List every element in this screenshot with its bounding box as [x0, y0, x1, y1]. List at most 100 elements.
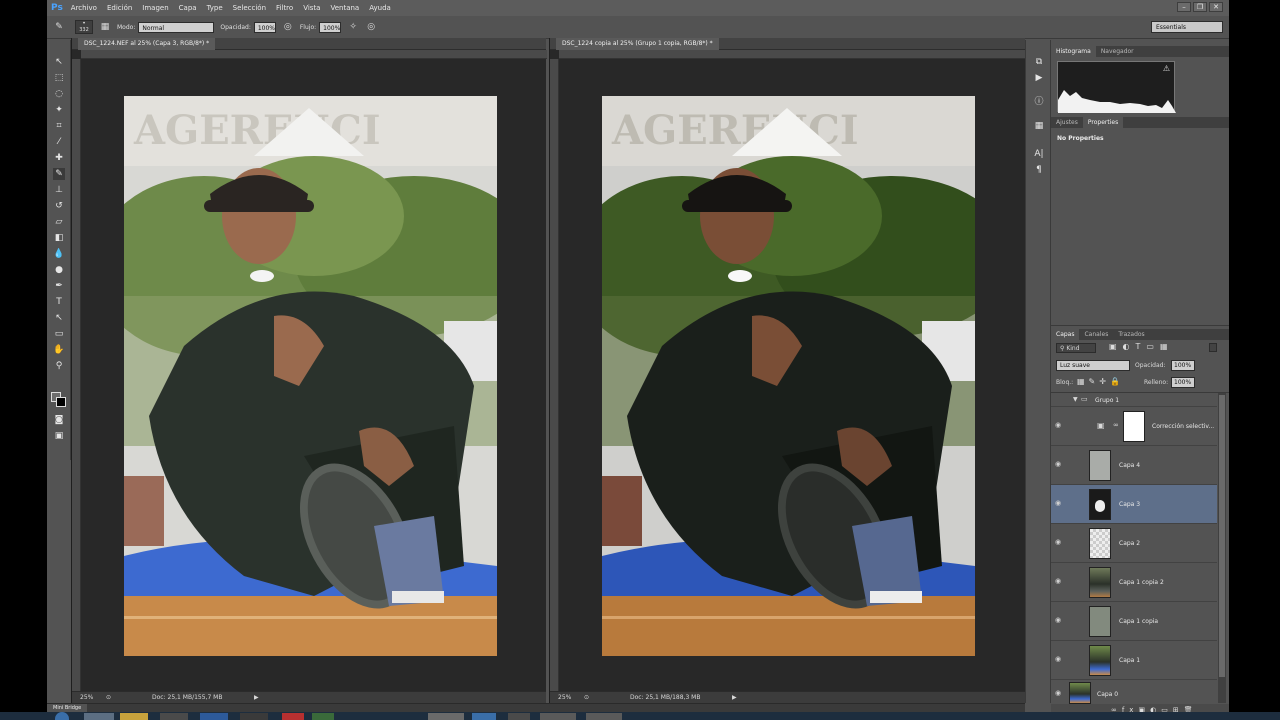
actions-panel-icon[interactable]: ▶ — [1033, 72, 1045, 84]
layer-filter-select[interactable]: ⚲ Kind — [1056, 343, 1096, 353]
dodge-tool-icon[interactable]: ● — [53, 264, 65, 276]
filter-toggle[interactable] — [1209, 343, 1217, 352]
visibility-eye-icon[interactable]: ◉ — [1055, 500, 1064, 507]
lock-icons[interactable]: ▦✎✛🔒 — [1077, 377, 1124, 386]
group-expand-icon[interactable]: ▼ — [1073, 396, 1078, 403]
screen-mode-icon[interactable]: ▣ — [53, 430, 65, 442]
tab-trazados[interactable]: Trazados — [1113, 329, 1149, 340]
flow-field[interactable]: 100% — [319, 21, 342, 33]
pressure-opacity-icon[interactable]: ◎ — [282, 21, 294, 33]
hand-tool-icon[interactable]: ✋ — [53, 344, 65, 356]
menu-ayuda[interactable]: Ayuda — [369, 4, 391, 12]
layer-row-capa-1[interactable]: ◉ Capa 1 — [1051, 641, 1217, 680]
brush-panel-icon[interactable]: ▦ — [99, 21, 111, 33]
fill-field[interactable]: 100% — [1171, 377, 1195, 388]
menu-filtro[interactable]: Filtro — [276, 4, 293, 12]
minimize-button[interactable]: – — [1177, 2, 1191, 12]
taskbar-app[interactable] — [586, 713, 622, 720]
menu-seleccion[interactable]: Selección — [233, 4, 266, 12]
close-button[interactable]: ✕ — [1209, 2, 1223, 12]
layers-scrollbar-thumb[interactable] — [1219, 395, 1225, 677]
visibility-eye-icon[interactable]: ◉ — [1055, 422, 1064, 429]
layer-row-capa-4[interactable]: ◉ Capa 4 — [1051, 446, 1217, 485]
layer-group-row[interactable]: ▼ ▭ Grupo 1 — [1051, 393, 1217, 407]
marquee-tool-icon[interactable]: ⬚ — [53, 72, 65, 84]
brush-panel-icon[interactable]: ▦ — [1033, 120, 1045, 132]
layer-opacity-field[interactable]: 100% — [1171, 360, 1195, 371]
pen-tool-icon[interactable]: ✒ — [53, 280, 65, 292]
brush-tool-icon[interactable]: ✎ — [53, 21, 65, 33]
paragraph-panel-icon[interactable]: ¶ — [1033, 164, 1045, 176]
document-tab-1[interactable]: DSC_1224.NEF al 25% (Capa 3, RGB/8*) * — [78, 38, 216, 50]
brush-tool-icon[interactable]: ✎ — [53, 168, 65, 180]
visibility-eye-icon[interactable]: ◉ — [1055, 461, 1064, 468]
visibility-eye-icon[interactable]: ◉ — [1055, 690, 1064, 697]
layer-row-capa-1-copia[interactable]: ◉ Capa 1 copia — [1051, 602, 1217, 641]
airbrush-icon[interactable]: ✧ — [347, 21, 359, 33]
quick-select-tool-icon[interactable]: ✦ — [53, 104, 65, 116]
history-panel-icon[interactable]: ⧉ — [1033, 56, 1045, 68]
eyedropper-tool-icon[interactable]: ⁄ — [53, 136, 65, 148]
canvas-2[interactable]: AGERENCI — [559, 59, 1017, 691]
taskbar-app[interactable] — [312, 713, 334, 720]
visibility-eye-icon[interactable]: ◉ — [1055, 539, 1064, 546]
mode-select[interactable]: Normal — [138, 21, 215, 33]
taskbar-app[interactable] — [282, 713, 304, 720]
history-brush-tool-icon[interactable]: ↺ — [53, 200, 65, 212]
lasso-tool-icon[interactable]: ◌ — [53, 88, 65, 100]
tab-ajustes[interactable]: Ajustes — [1051, 117, 1083, 128]
tab-navegador[interactable]: Navegador — [1096, 46, 1139, 57]
visibility-eye-icon[interactable]: ◉ — [1055, 578, 1064, 585]
blend-mode-select[interactable]: Luz suave — [1056, 360, 1130, 371]
taskbar-app[interactable] — [428, 713, 464, 720]
taskbar-app[interactable] — [84, 713, 114, 720]
tab-histograma[interactable]: Histograma — [1051, 46, 1096, 57]
menu-imagen[interactable]: Imagen — [142, 4, 168, 12]
layer-row-correccion[interactable]: ◉ ▣ ∞ Corrección selectiv... — [1051, 407, 1217, 446]
tab-properties[interactable]: Properties — [1082, 117, 1124, 128]
eraser-tool-icon[interactable]: ▱ — [53, 216, 65, 228]
menu-vista[interactable]: Vista — [303, 4, 320, 12]
blur-tool-icon[interactable]: 💧 — [53, 248, 65, 260]
start-button[interactable] — [55, 712, 69, 720]
tab-capas[interactable]: Capas — [1051, 329, 1080, 340]
visibility-eye-icon[interactable]: ◉ — [1055, 656, 1064, 663]
menu-capa[interactable]: Capa — [179, 4, 197, 12]
taskbar-app[interactable] — [160, 713, 188, 720]
menu-type[interactable]: Type — [207, 4, 223, 12]
character-panel-icon[interactable]: A| — [1033, 148, 1045, 160]
tab-canales[interactable]: Canales — [1079, 329, 1113, 340]
taskbar-app[interactable] — [472, 713, 496, 720]
taskbar-app[interactable] — [120, 713, 148, 720]
brush-preset-picker[interactable]: • 332 — [75, 20, 93, 34]
workspace-select[interactable]: Essentials — [1151, 21, 1223, 33]
type-tool-icon[interactable]: T — [53, 296, 65, 308]
layers-scrollbar[interactable] — [1218, 393, 1226, 703]
layer-row-capa-1-copia-2[interactable]: ◉ Capa 1 copia 2 — [1051, 563, 1217, 602]
restore-button[interactable]: ❐ — [1193, 2, 1207, 12]
layer-row-capa-2[interactable]: ◉ Capa 2 — [1051, 524, 1217, 563]
taskbar-app[interactable] — [240, 713, 268, 720]
taskbar-app[interactable] — [508, 713, 530, 720]
background-color-swatch[interactable] — [56, 397, 66, 407]
chain-link-icon[interactable]: ∞ — [1113, 421, 1119, 429]
taskbar-app[interactable] — [200, 713, 228, 720]
menu-ventana[interactable]: Ventana — [330, 4, 359, 12]
document-tab-2[interactable]: DSC_1224 copia al 25% (Grupo 1 copia, RG… — [556, 38, 719, 50]
menu-edicion[interactable]: Edición — [107, 4, 132, 12]
menu-archivo[interactable]: Archivo — [71, 4, 97, 12]
zoom-tool-icon[interactable]: ⚲ — [53, 360, 65, 372]
taskbar-app[interactable] — [540, 713, 576, 720]
move-tool-icon[interactable]: ↖ — [53, 56, 65, 68]
stamp-tool-icon[interactable]: ⊥ — [53, 184, 65, 196]
histogram-warning-icon[interactable]: ⚠ — [1163, 64, 1170, 73]
healing-tool-icon[interactable]: ✚ — [53, 152, 65, 164]
canvas-1[interactable]: AGERENCI — [81, 59, 539, 691]
gradient-tool-icon[interactable]: ◧ — [53, 232, 65, 244]
pressure-size-icon[interactable]: ◎ — [365, 21, 377, 33]
info-panel-icon[interactable]: ⓘ — [1033, 96, 1045, 108]
quick-mask-icon[interactable]: ◙ — [53, 414, 65, 426]
crop-tool-icon[interactable]: ⌗ — [53, 120, 65, 132]
path-select-tool-icon[interactable]: ↖ — [53, 312, 65, 324]
visibility-eye-icon[interactable]: ◉ — [1055, 617, 1064, 624]
